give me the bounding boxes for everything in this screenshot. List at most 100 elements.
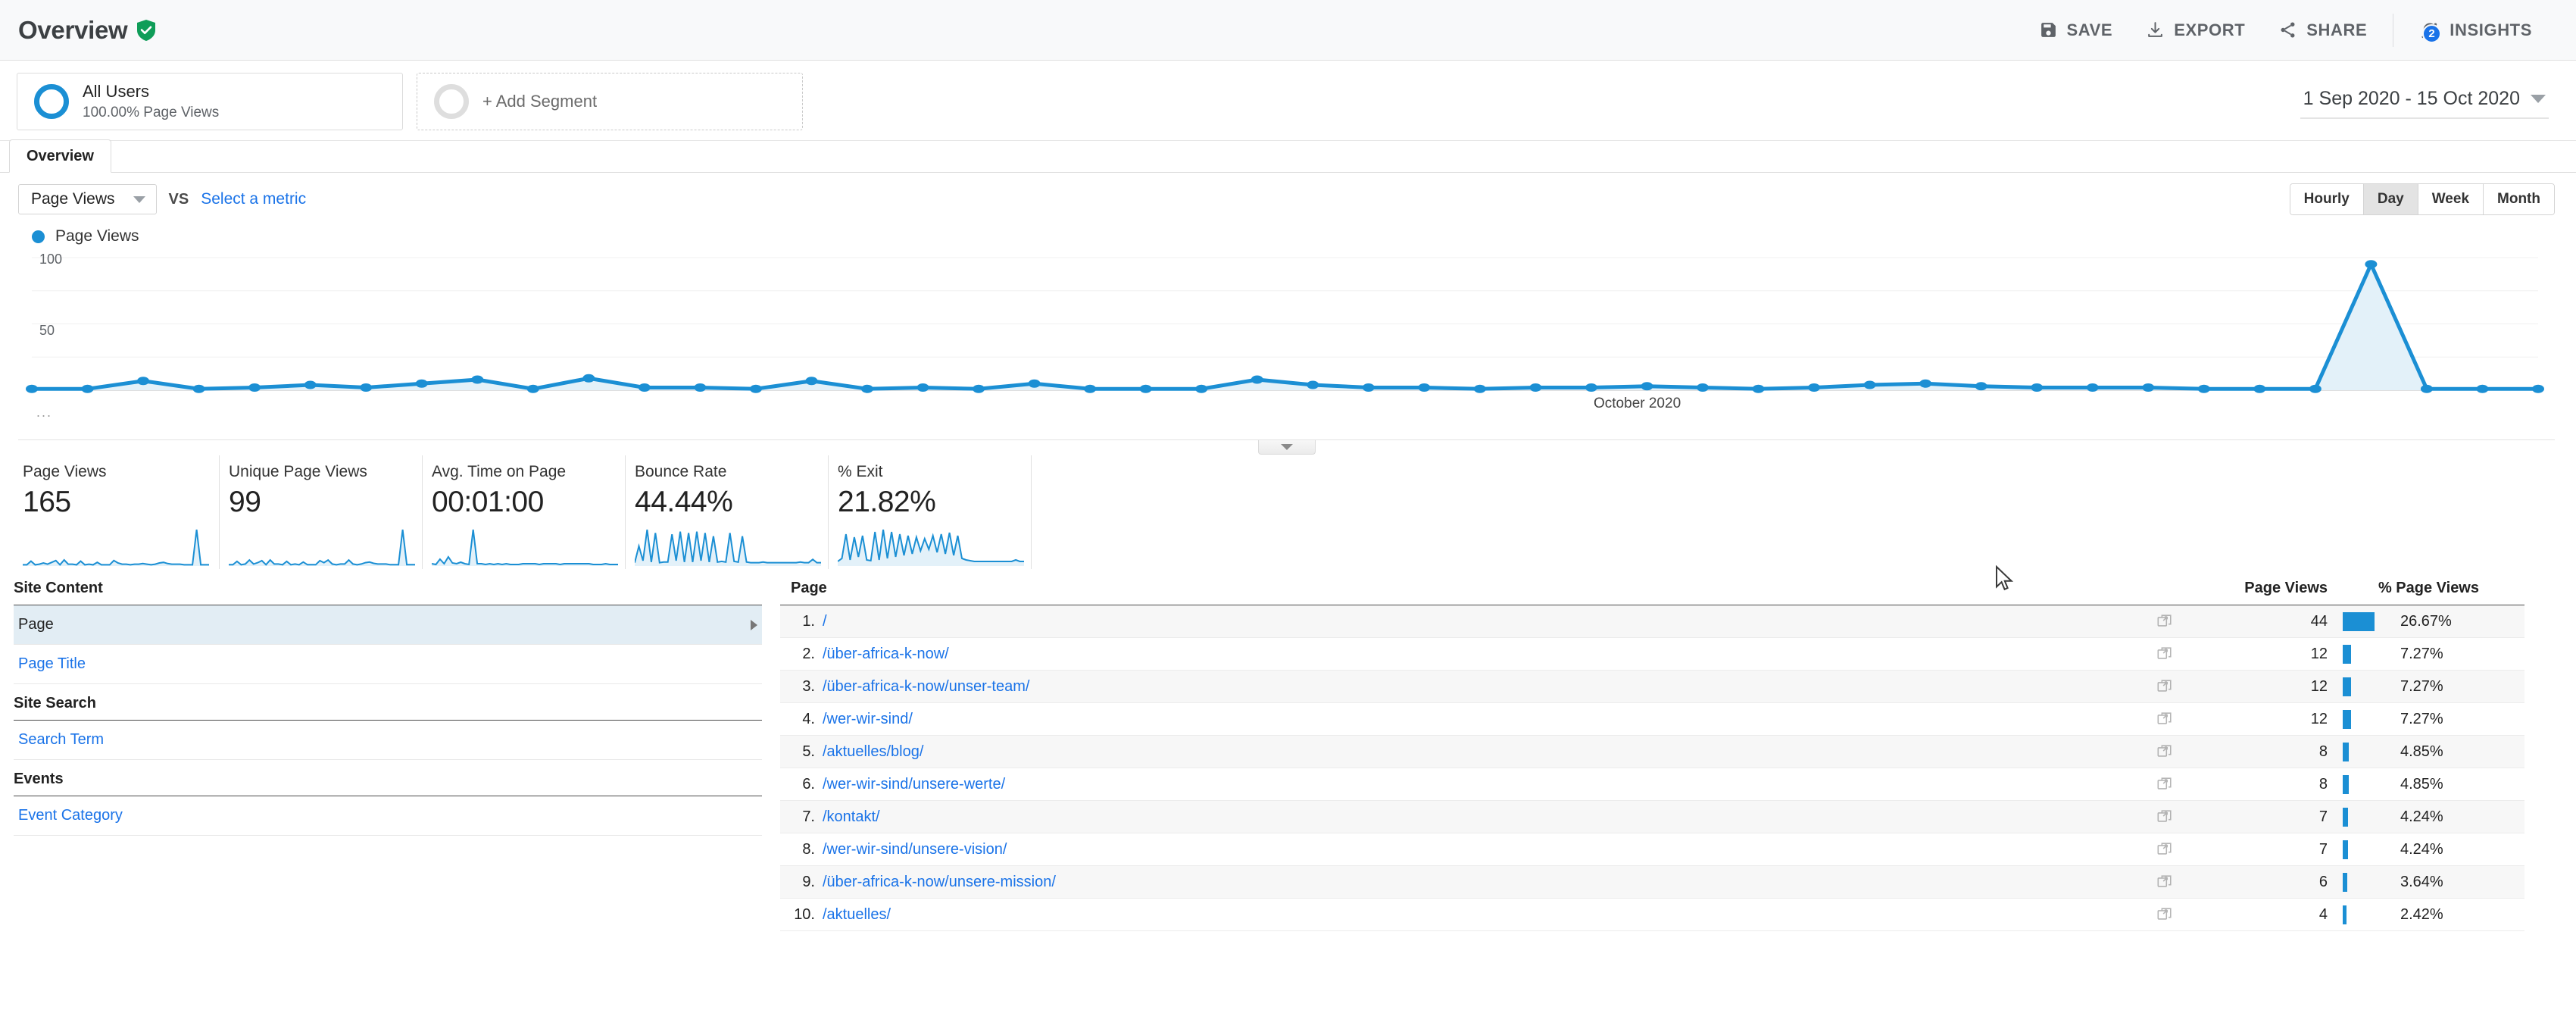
- save-button[interactable]: SAVE: [2022, 8, 2130, 53]
- sidebar-item-label: Page: [18, 616, 54, 633]
- granularity-month[interactable]: Month: [2484, 184, 2554, 214]
- open-in-new-window-icon[interactable]: [2131, 808, 2199, 825]
- row-rank: 4.: [802, 710, 815, 727]
- row-rank: 10.: [794, 905, 815, 923]
- row-page-link[interactable]: /über-africa-k-now/unser-team/: [823, 678, 2131, 696]
- row-page-views: 12: [2310, 710, 2328, 727]
- add-segment-label: + Add Segment: [482, 92, 598, 111]
- kpi-cards: Page Views 165 Unique Page Views 99 Avg.…: [0, 440, 2576, 569]
- row-page-link[interactable]: /wer-wir-sind/: [823, 711, 2131, 728]
- row-page-link[interactable]: /: [823, 613, 2131, 630]
- row-pct-cell: 2.42%: [2328, 905, 2524, 924]
- open-in-new-window-icon[interactable]: [2131, 906, 2199, 923]
- table-row[interactable]: 9. /über-africa-k-now/unsere-mission/6 3.6…: [780, 866, 2524, 899]
- row-pct-value: 7.27%: [2400, 645, 2443, 662]
- table-row[interactable]: 6. /wer-wir-sind/unsere-werte/8 4.85%: [780, 768, 2524, 801]
- sidebar-item-search-term[interactable]: Search Term: [14, 721, 762, 760]
- table-row[interactable]: 5. /aktuelles/blog/8 4.85%: [780, 736, 2524, 768]
- row-pct-bar-slot: [2343, 905, 2391, 924]
- open-in-new-window-icon[interactable]: [2131, 874, 2199, 890]
- vs-label: VS: [168, 190, 189, 208]
- page-title: Overview: [18, 15, 128, 44]
- sidebar-item-event-category[interactable]: Event Category: [14, 796, 762, 836]
- save-icon: [2039, 20, 2058, 39]
- row-page-link[interactable]: /über-africa-k-now/unsere-mission/: [823, 874, 2131, 891]
- column-header-page[interactable]: Page: [780, 580, 2131, 597]
- row-pct-bar-slot: [2343, 677, 2391, 696]
- row-pct-cell: 26.67%: [2328, 611, 2524, 631]
- open-in-new-window-icon[interactable]: [2131, 743, 2199, 760]
- date-range-picker[interactable]: 1 Sep 2020 - 15 Oct 2020: [2300, 83, 2549, 119]
- row-pct-cell: 4.85%: [2328, 774, 2524, 794]
- row-page-link[interactable]: /wer-wir-sind/unsere-werte/: [823, 776, 2131, 793]
- segment-all-users[interactable]: All Users 100.00% Page Views: [17, 73, 403, 130]
- sidebar-item-page-title[interactable]: Page Title: [14, 645, 762, 684]
- sidebar-group-heading: Site Content: [14, 569, 762, 605]
- table-row[interactable]: 10. /aktuelles/4 2.42%: [780, 899, 2524, 931]
- open-in-new-window-icon[interactable]: [2131, 678, 2199, 695]
- add-segment-button[interactable]: + Add Segment: [417, 73, 803, 130]
- segment-ring-icon: [34, 84, 69, 119]
- chevron-down-icon: [2531, 95, 2546, 103]
- open-in-new-window-icon[interactable]: [2131, 841, 2199, 858]
- column-header-pct-page-views[interactable]: % Page Views: [2328, 580, 2524, 597]
- open-in-new-window-icon[interactable]: [2131, 711, 2199, 727]
- chevron-right-icon: [751, 619, 757, 630]
- row-page-views: 12: [2310, 677, 2328, 695]
- row-pct-value: 26.67%: [2400, 612, 2452, 630]
- kpi-unique-page-views[interactable]: Unique Page Views 99: [220, 455, 423, 569]
- chart-collapse-handle[interactable]: [1257, 440, 1316, 455]
- insights-button[interactable]: 2 INSIGHTS: [2403, 8, 2549, 53]
- row-page-link[interactable]: /über-africa-k-now/: [823, 646, 2131, 663]
- row-page-link[interactable]: /wer-wir-sind/unsere-vision/: [823, 841, 2131, 858]
- export-button[interactable]: EXPORT: [2129, 8, 2262, 53]
- table-row[interactable]: 8. /wer-wir-sind/unsere-vision/7 4.24%: [780, 833, 2524, 866]
- legend-label: Page Views: [55, 227, 139, 245]
- table-row[interactable]: 2. /über-africa-k-now/12 7.27%: [780, 638, 2524, 671]
- row-pct-cell: 4.24%: [2328, 807, 2524, 827]
- row-pct-bar: [2343, 807, 2348, 827]
- primary-metric-select[interactable]: Page Views: [18, 184, 157, 214]
- top-actions: SAVE EXPORT SHARE 2 INSIGHTS: [2022, 8, 2549, 53]
- kpi-sparkline: [229, 527, 415, 573]
- row-pct-value: 4.85%: [2400, 775, 2443, 793]
- kpi-bounce-rate[interactable]: Bounce Rate 44.44%: [626, 455, 829, 569]
- sidebar-item-page[interactable]: Page: [14, 605, 762, 645]
- open-in-new-window-icon[interactable]: [2131, 776, 2199, 793]
- open-in-new-window-icon[interactable]: [2131, 613, 2199, 630]
- segment-row: All Users 100.00% Page Views + Add Segme…: [0, 61, 2576, 141]
- column-header-page-views[interactable]: Page Views: [2199, 580, 2328, 597]
- tab-overview[interactable]: Overview: [9, 139, 111, 173]
- shield-check-icon: [136, 19, 156, 42]
- granularity-day[interactable]: Day: [2363, 184, 2418, 214]
- row-page-link[interactable]: /kontakt/: [823, 808, 2131, 826]
- row-pct-bar-slot: [2343, 807, 2391, 827]
- kpi-page-views[interactable]: Page Views 165: [17, 455, 220, 569]
- select-a-metric-link[interactable]: Select a metric: [201, 190, 306, 208]
- row-page-link[interactable]: /aktuelles/: [823, 906, 2131, 924]
- table-row[interactable]: 4. /wer-wir-sind/12 7.27%: [780, 703, 2524, 736]
- table-row[interactable]: 3. /über-africa-k-now/unser-team/12 7.27%: [780, 671, 2524, 703]
- share-button[interactable]: SHARE: [2262, 8, 2384, 53]
- granularity-hourly[interactable]: Hourly: [2290, 184, 2364, 214]
- chart-block: Page Views 100 50 ... October 2020: [0, 223, 2576, 455]
- open-in-new-window-icon[interactable]: [2131, 646, 2199, 662]
- kpi-avg-time-on-page[interactable]: Avg. Time on Page 00:01:00: [423, 455, 626, 569]
- kpi-value: 165: [23, 486, 71, 518]
- page-title-group: Overview: [18, 16, 156, 45]
- kpi-label: Avg. Time on Page: [432, 463, 567, 480]
- save-label: SAVE: [2066, 20, 2113, 39]
- table-row[interactable]: 7. /kontakt/7 4.24%: [780, 801, 2524, 833]
- sidebar-group-heading: Events: [14, 760, 762, 796]
- segment-list: All Users 100.00% Page Views + Add Segme…: [17, 73, 803, 130]
- row-page-link[interactable]: /aktuelles/blog/: [823, 743, 2131, 761]
- kpi-pct-exit[interactable]: % Exit 21.82%: [829, 455, 1032, 569]
- export-download-icon: [2146, 20, 2165, 39]
- table-body: 1./44 26.67% 2./über-africa-k-now/12 7.27% 3…: [780, 605, 2524, 931]
- granularity-week[interactable]: Week: [2418, 184, 2484, 214]
- y-axis-zero-dots: ...: [36, 405, 53, 420]
- table-row[interactable]: 1. / 44 26.67%: [780, 605, 2524, 638]
- insights-badge: 2: [2422, 23, 2442, 43]
- page-views-line-chart[interactable]: 100 50 ... October 2020: [18, 250, 2555, 439]
- share-label: SHARE: [2306, 20, 2368, 39]
